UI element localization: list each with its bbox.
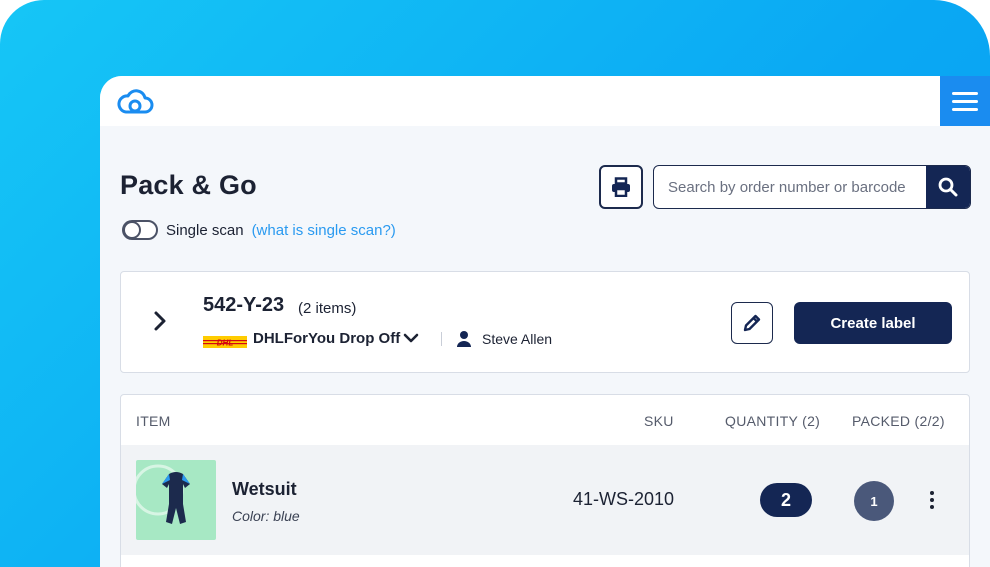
item-name: Wetsuit (232, 479, 297, 499)
search-box (653, 165, 971, 209)
column-header-quantity: QUANTITY (2) (725, 413, 821, 429)
carrier-dropdown-chevron-icon[interactable] (403, 332, 419, 344)
single-scan-row: Single scan (what is single scan?) (122, 220, 396, 240)
item-color: Color: blue (232, 508, 300, 524)
more-options-icon[interactable] (926, 485, 938, 515)
search-input[interactable] (654, 166, 926, 208)
app-window: Pack & Go Single scan (what is single sc… (100, 76, 990, 567)
page-title: Pack & Go (120, 170, 257, 200)
pencil-icon (743, 314, 761, 332)
table-row: Wetsuit Color: blue 41-WS-2010 2 1 (121, 445, 969, 555)
user-icon (457, 331, 471, 347)
carrier-name: DHLForYou Drop Off (253, 330, 401, 347)
quantity-badge: 2 (760, 483, 812, 517)
print-icon (612, 177, 630, 197)
order-card: 542-Y-23 (2 items) DHL DHLForYou Drop Of… (120, 271, 970, 373)
column-header-packed: PACKED (2/2) (852, 413, 945, 429)
expand-chevron-icon[interactable] (153, 310, 167, 332)
order-item-count: (2 items) (298, 300, 357, 317)
cloud-logo-icon[interactable] (114, 87, 156, 117)
single-scan-label: Single scan (166, 221, 244, 239)
item-sku: 41-WS-2010 (573, 489, 675, 509)
svg-text:DHL: DHL (217, 339, 234, 348)
single-scan-help-link[interactable]: (what is single scan?) (252, 222, 396, 239)
assigned-user: Steve Allen (482, 331, 553, 347)
print-button[interactable] (599, 165, 643, 209)
order-number: 542-Y-23 (203, 294, 285, 316)
product-thumbnail (136, 460, 216, 540)
column-header-item: ITEM (136, 413, 171, 429)
hamburger-menu-icon[interactable] (940, 76, 990, 126)
dhl-logo-icon: DHL (203, 336, 247, 348)
column-header-sku: SKU (644, 413, 674, 429)
items-table: ITEM SKU QUANTITY (2) PACKED (2/2) Wetsu… (120, 394, 970, 567)
top-bar (100, 76, 990, 126)
create-label-button[interactable]: Create label (794, 302, 952, 344)
search-icon (938, 177, 958, 197)
single-scan-toggle[interactable] (122, 220, 158, 240)
search-button[interactable] (926, 166, 970, 208)
divider (441, 332, 442, 346)
packed-count-button[interactable]: 1 (854, 481, 894, 521)
edit-order-button[interactable] (731, 302, 773, 344)
